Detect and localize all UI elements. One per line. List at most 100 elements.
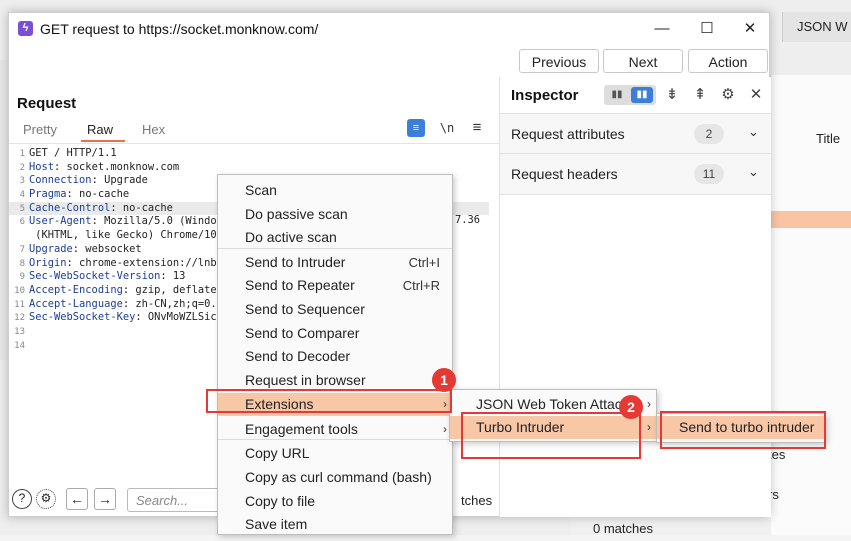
header-value: : chrome-extension://lnb <box>66 256 217 269</box>
show-newlines-toggle[interactable]: \n <box>439 119 455 137</box>
request-panel-title: Request <box>17 95 77 112</box>
code-line: 2 Host: socket.monknow.com <box>9 161 489 175</box>
line-number: 1 <box>19 149 25 159</box>
chevron-down-icon[interactable]: ⌄ <box>748 164 759 180</box>
row-label: Request attributes <box>511 126 625 142</box>
chevron-right-icon: › <box>647 397 651 411</box>
line-number: 4 <box>19 190 25 201</box>
inspector-row-request-headers[interactable]: Request headers 11 ⌄ <box>500 153 771 195</box>
line-number: 10 <box>14 285 25 296</box>
gear-icon[interactable]: ⚙ <box>718 85 738 103</box>
request-line-fragment: 7.36 <box>455 214 481 226</box>
header-value: : websocket <box>72 242 142 255</box>
line-number: 11 <box>14 299 25 310</box>
row-label: Request headers <box>511 166 618 182</box>
header-name: Origin <box>29 256 67 269</box>
maximize-button[interactable]: ☐ <box>689 17 725 41</box>
chevron-right-icon: › <box>443 422 447 436</box>
menu-item-label: Engagement tools <box>245 421 358 437</box>
count-badge: 11 <box>694 164 724 184</box>
menu-item-send-to-intruder[interactable]: Send to Intruder Ctrl+I <box>218 251 452 274</box>
header-name: Upgrade <box>29 242 73 255</box>
menu-item-do-active-scan[interactable]: Do active scan <box>218 226 452 249</box>
previous-button[interactable]: Previous <box>519 49 599 73</box>
header-value: : no-cache <box>66 188 130 201</box>
expand-all-icon[interactable]: ⇟ <box>662 85 682 103</box>
action-button[interactable]: Action <box>688 49 768 73</box>
window-title: GET request to https://socket.monknow.co… <box>40 21 319 37</box>
layout-toggle[interactable]: ▮▮ ▮▮ <box>604 85 656 105</box>
close-window-button[interactable]: ✕ <box>732 17 768 41</box>
layout-vertical-icon[interactable]: ▮▮ <box>631 87 653 103</box>
header-value: GET / HTTP/1.1 <box>29 147 117 159</box>
tab-raw[interactable]: Raw <box>87 122 113 137</box>
menu-item-save-item[interactable]: Save item <box>218 513 452 536</box>
help-icon[interactable]: ? <box>12 489 32 509</box>
background-matches-count: 0 matches <box>571 516 771 536</box>
search-input[interactable]: Search... <box>127 488 225 512</box>
menu-item-do-passive-scan[interactable]: Do passive scan <box>218 203 452 226</box>
back-arrow-button[interactable]: ← <box>66 488 88 510</box>
header-value: (KHTML, like Gecko) Chrome/10 <box>29 229 217 242</box>
menu-item-label: Send to Comparer <box>245 325 360 341</box>
header-value: : ONvMoWZLSic <box>135 311 217 324</box>
header-name: Cache-Control <box>29 201 111 214</box>
layout-horizontal-icon[interactable]: ▮▮ <box>607 88 627 102</box>
menu-item-label: JSON Web Token Attack <box>476 396 629 412</box>
background-left-strip <box>0 60 8 360</box>
collapse-all-icon[interactable]: ⇞ <box>690 85 710 103</box>
menu-item-copy-as-curl-command-bash[interactable]: Copy as curl command (bash) <box>218 466 452 489</box>
minimize-button[interactable]: — <box>644 17 680 41</box>
header-value: : Upgrade <box>91 174 148 187</box>
line-number: 6 <box>19 217 25 228</box>
menu-item-label: Do active scan <box>245 229 337 245</box>
header-name: Sec-WebSocket-Version <box>29 270 161 283</box>
code-line: 1 GET / HTTP/1.1 <box>9 147 489 161</box>
header-name: Sec-WebSocket-Key <box>29 311 136 324</box>
close-icon[interactable]: ✕ <box>746 85 766 103</box>
menu-item-send-to-repeater[interactable]: Send to Repeater Ctrl+R <box>218 274 452 297</box>
highlight-turbo-intruder <box>461 412 641 459</box>
menu-item-copy-to-file[interactable]: Copy to file <box>218 490 452 513</box>
header-name: Pragma <box>29 188 67 201</box>
highlight-send-to-turbo-intruder <box>660 411 826 449</box>
menu-item-scan[interactable]: Scan <box>218 179 452 202</box>
line-number: 9 <box>19 272 25 283</box>
matches-label: tches <box>461 493 493 508</box>
menu-item-label: Copy URL <box>245 445 310 461</box>
menu-item-send-to-comparer[interactable]: Send to Comparer <box>218 322 452 345</box>
background-title-column: Title <box>816 131 841 146</box>
header-name: Accept-Encoding <box>29 283 123 296</box>
header-name: Host <box>29 160 55 173</box>
menu-item-shortcut: Ctrl+I <box>408 255 440 270</box>
menu-item-label: Copy to file <box>245 493 316 509</box>
settings-icon[interactable]: ⚙ <box>36 489 56 509</box>
next-button[interactable]: Next <box>603 49 683 73</box>
tab-hex[interactable]: Hex <box>142 122 165 137</box>
background-selected-row[interactable] <box>770 211 851 228</box>
menu-item-label: Copy as curl command (bash) <box>245 469 432 485</box>
background-tab-json[interactable]: JSON W <box>782 12 851 42</box>
wrap-lines-icon[interactable]: ≡ <box>407 119 425 137</box>
menu-item-label: Send to Sequencer <box>245 301 365 317</box>
menu-item-send-to-sequencer[interactable]: Send to Sequencer <box>218 298 452 321</box>
header-name: Accept-Language <box>29 297 123 310</box>
inspector-title: Inspector <box>511 87 579 104</box>
header-value: : no-cache <box>110 201 173 214</box>
inspector-row-request-attributes[interactable]: Request attributes 2 ⌄ <box>500 113 771 154</box>
forward-arrow-button[interactable]: → <box>94 488 116 510</box>
line-number: 5 <box>19 203 25 214</box>
step-badge-1: 1 <box>432 368 456 392</box>
menu-item-engagement-tools[interactable]: Engagement tools › <box>218 418 452 441</box>
step-badge-2: 2 <box>619 395 643 419</box>
menu-item-send-to-decoder[interactable]: Send to Decoder <box>218 345 452 368</box>
line-number: 13 <box>14 326 25 337</box>
menu-item-copy-url[interactable]: Copy URL <box>218 442 452 465</box>
editor-menu-icon[interactable]: ≡ <box>469 119 485 137</box>
title-bar: ϟ GET request to https://socket.monknow.… <box>9 13 769 45</box>
line-number: 2 <box>19 162 25 173</box>
menu-item-label: Send to Repeater <box>245 277 355 293</box>
tab-pretty[interactable]: Pretty <box>23 122 57 137</box>
menu-item-label: Send to Decoder <box>245 348 351 364</box>
chevron-down-icon[interactable]: ⌄ <box>748 124 759 140</box>
